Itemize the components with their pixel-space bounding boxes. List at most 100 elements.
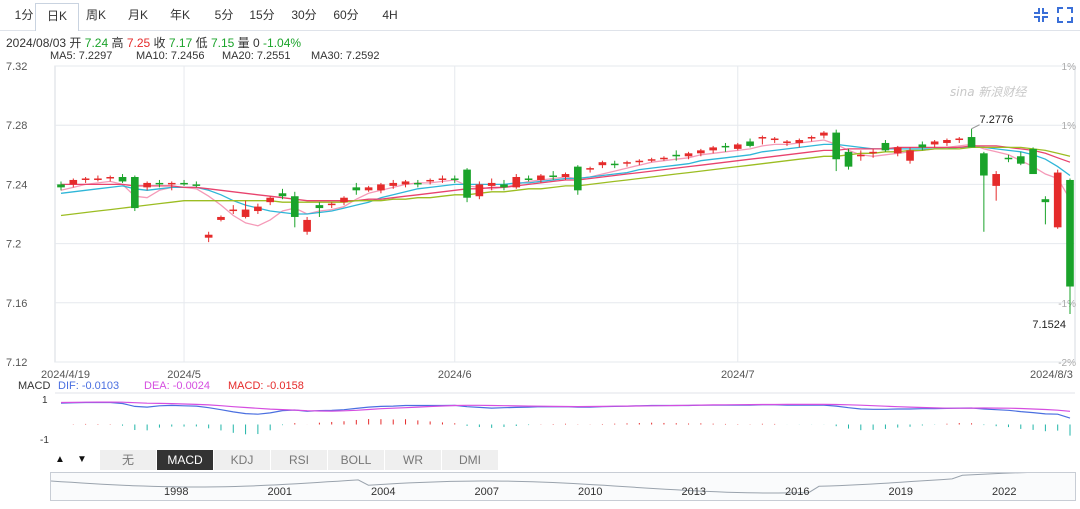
candle-body-74: [967, 137, 976, 148]
pct-tick-0: 1%: [1062, 62, 1077, 73]
candle-body-12: [204, 234, 213, 238]
dea-line: [60, 401, 1071, 412]
candle-body-49: [660, 157, 668, 160]
candle-body-0: [57, 184, 65, 188]
indicator-tab-5[interactable]: WR: [385, 450, 442, 470]
candle-body-36: [500, 184, 508, 188]
candle-body-16: [254, 206, 262, 212]
watermark: sina 新浪财经: [950, 85, 1028, 99]
candle-body-24: [352, 187, 361, 191]
indicator-tab-4[interactable]: BOLL: [328, 450, 385, 470]
indicator-tab-2[interactable]: KDJ: [214, 450, 271, 470]
y-tick-3: 7.2: [6, 239, 21, 251]
candle-body-34: [475, 184, 484, 197]
x-label-3: 2024/7: [721, 369, 755, 381]
indicator-tab-6[interactable]: DMI: [442, 450, 499, 470]
candle-body-23: [340, 197, 348, 203]
candle-body-75: [980, 153, 988, 176]
candle-body-47: [635, 160, 644, 163]
candle-body-60: [795, 140, 804, 143]
timeline-navigator[interactable]: 1998 2001 2004 2007 2010 2013 2016 2019 2022: [50, 471, 1076, 501]
candle-body-19: [290, 196, 299, 217]
candle-body-31: [438, 178, 447, 180]
candle-body-41: [561, 174, 570, 177]
candle-body-73: [955, 138, 964, 141]
indicator-tab-0[interactable]: 无: [100, 450, 157, 470]
candle-body-5: [118, 177, 127, 182]
indicator-tab-3[interactable]: RSI: [271, 450, 328, 470]
candle-body-66: [869, 151, 877, 154]
candle-body-35: [487, 182, 496, 186]
timeline-label-2: 2004: [371, 486, 395, 498]
scroll-down-icon[interactable]: ▼: [72, 450, 92, 470]
candle-body-40: [549, 175, 558, 178]
candle-body-57: [758, 137, 767, 139]
candle-body-3: [94, 178, 102, 180]
candle-body-59: [783, 141, 791, 143]
max-annotation: 7.2776: [980, 114, 1014, 126]
candle-body-1: [69, 179, 78, 185]
ma30-line: [60, 146, 1071, 217]
candle-body-56: [746, 141, 754, 146]
candle-body-8: [155, 182, 164, 185]
pct-tick-3: -2%: [1058, 358, 1076, 369]
kline-chart: 7.32 7.28 7.24 7.2 7.16 7.12 1% 1% -1% -2% sina 新浪…: [6, 61, 1077, 446]
candle-body-21: [315, 205, 324, 209]
macd-ytick-1: -1: [40, 435, 49, 446]
candle-body-9: [167, 182, 176, 185]
candle-body-52: [697, 150, 705, 154]
timeline-label-7: 2019: [889, 486, 913, 498]
timeline-line: [50, 471, 1075, 494]
candle-body-27: [389, 182, 398, 186]
candle-body-17: [266, 197, 274, 203]
candle-body-61: [807, 137, 816, 139]
candle-body-38: [524, 178, 533, 180]
x-label-2: 2024/6: [438, 369, 472, 381]
candle-body-71: [930, 141, 939, 145]
candle-body-70: [918, 144, 927, 148]
candle-body-51: [684, 153, 693, 157]
candle-body-54: [721, 145, 730, 148]
candle-body-39: [537, 175, 545, 180]
timeline-label-1: 2001: [268, 486, 292, 498]
candle-body-46: [623, 162, 631, 164]
pct-tick-2: -1%: [1058, 299, 1076, 310]
candle-body-13: [217, 216, 225, 220]
y-tick-0: 7.32: [6, 61, 27, 73]
y-tick-5: 7.12: [6, 357, 27, 369]
y-tick-1: 7.28: [6, 120, 27, 132]
ma5-line: [60, 139, 1071, 227]
candle-body-20: [303, 219, 311, 232]
y-tick-4: 7.16: [6, 298, 27, 310]
candle-body-80: [1041, 199, 1050, 203]
candle-body-64: [844, 151, 853, 167]
indicator-tab-1[interactable]: MACD: [157, 450, 214, 470]
y-tick-2: 7.24: [6, 179, 27, 191]
candle-body-25: [364, 187, 373, 191]
timeline-label-5: 2013: [682, 486, 706, 498]
timeline-sparkline: 1998 2001 2004 2007 2010 2013 2016 2019 2022: [50, 471, 1075, 498]
candle-body-28: [401, 181, 410, 185]
candle-body-77: [1004, 157, 1013, 160]
candle-body-18: [278, 193, 287, 197]
min-annotation: 7.1524: [1032, 319, 1066, 331]
timeline-label-4: 2010: [578, 486, 602, 498]
candle-body-32: [450, 178, 459, 180]
x-label-1: 2024/5: [167, 369, 201, 381]
candle-body-65: [857, 154, 865, 157]
candle-body-72: [943, 140, 951, 143]
candle-body-78: [1016, 156, 1025, 164]
scroll-up-icon[interactable]: ▲: [50, 450, 70, 470]
candle-body-53: [709, 147, 717, 151]
plot-frame: [54, 65, 1076, 363]
candle-body-6: [131, 177, 139, 209]
candle-body-45: [610, 163, 619, 166]
x-label-4: 2024/8/3: [1030, 369, 1073, 381]
candle-body-63: [832, 132, 841, 160]
timeline-label-0: 1998: [164, 486, 188, 498]
candle-body-15: [241, 209, 250, 217]
candle-body-79: [1029, 148, 1037, 175]
candle-body-81: [1053, 172, 1062, 228]
candle-body-67: [881, 142, 890, 151]
candle-body-58: [770, 138, 779, 141]
